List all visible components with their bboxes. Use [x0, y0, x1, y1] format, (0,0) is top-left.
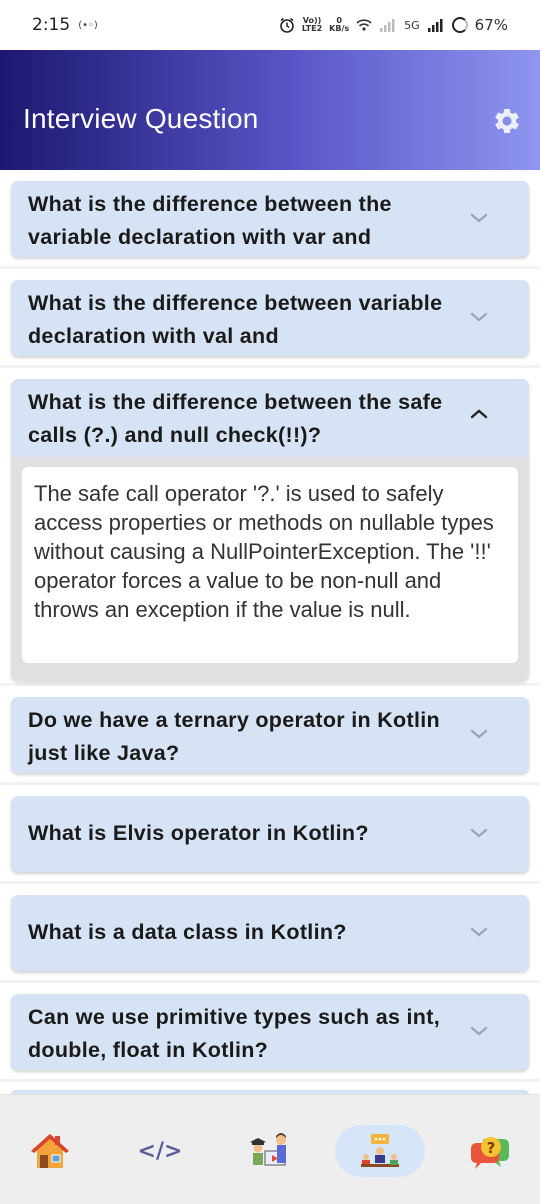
question-card[interactable]: What is the difference between the varia…: [11, 181, 529, 257]
question-card[interactable]: What is Elvis operator in Kotlin?: [11, 796, 529, 872]
app-header: Interview Question: [0, 50, 540, 170]
answer-text: The safe call operator '?.' is used to s…: [22, 467, 518, 663]
battery-icon: [451, 17, 468, 33]
question-card[interactable]: Can we use primitive types such as int, …: [11, 994, 529, 1070]
question-text: What is a data class in Kotlin?: [28, 920, 347, 944]
question-card[interactable]: What is a data class in Kotlin?: [11, 895, 529, 971]
wifi-icon: [356, 19, 372, 31]
chevron-down-icon[interactable]: [469, 1024, 489, 1038]
chevron-down-icon[interactable]: [469, 925, 489, 939]
interview-icon: [361, 1134, 399, 1167]
hotspot-icon: (•◦): [78, 19, 98, 31]
help-glyph: ?: [487, 1139, 496, 1157]
signal-strong-icon: [427, 19, 443, 32]
teacher-icon: [250, 1133, 286, 1166]
list-item: Can we use primitive types such as int, …: [0, 983, 540, 1079]
status-bar: 2:15 (•◦) Vo)) LTE2 0 KB/s 5G 67%: [0, 0, 540, 50]
chevron-up-icon[interactable]: [469, 407, 489, 421]
question-text: Do we have a ternary operator in Kotlin …: [28, 708, 440, 765]
page-title: Interview Question: [23, 103, 259, 134]
gear-icon[interactable]: [492, 106, 522, 136]
question-card[interactable]: What is the difference between variable …: [11, 280, 529, 356]
status-icons: Vo)) LTE2 0 KB/s 5G 67%: [279, 16, 508, 34]
network-type: 5G: [404, 18, 420, 32]
question-text: Can we use primitive types such as int, …: [28, 1005, 440, 1062]
question-text: What is the difference between variable …: [28, 291, 443, 348]
home-icon: [31, 1134, 69, 1168]
question-card[interactable]: Do we have a ternary operator in Kotlin …: [11, 697, 529, 773]
list-item: Do we have a ternary operator in Kotlin …: [0, 686, 540, 782]
volte-indicator: Vo)) LTE2: [301, 16, 323, 33]
network-speed: 0 KB/s: [329, 16, 350, 33]
list-item: What is the difference between variable …: [0, 269, 540, 365]
question-text: What is the difference between the safe …: [28, 390, 443, 447]
list-item-partial: [0, 1082, 540, 1100]
question-text: What is Elvis operator in Kotlin?: [28, 821, 369, 845]
code-icon: </>: [137, 1138, 183, 1164]
bottom-navigation: </> ?: [0, 1094, 540, 1204]
nav-teacher[interactable]: [225, 1125, 315, 1177]
status-time: 2:15: [32, 15, 71, 35]
chevron-down-icon[interactable]: [469, 310, 489, 324]
question-header[interactable]: What is the difference between the safe …: [11, 379, 529, 457]
list-item: What is Elvis operator in Kotlin?: [0, 785, 540, 881]
list-item: What is the difference between the varia…: [0, 170, 540, 266]
chevron-down-icon[interactable]: [469, 826, 489, 840]
nav-interview[interactable]: [335, 1125, 425, 1177]
list-item: What is a data class in Kotlin?: [0, 884, 540, 980]
help-chat-icon: ?: [471, 1137, 509, 1169]
alarm-icon: [280, 17, 294, 33]
nav-code[interactable]: </>: [115, 1125, 205, 1177]
question-text: What is the difference between the varia…: [28, 192, 392, 249]
signal-weak-icon: [380, 19, 395, 32]
nav-home[interactable]: [5, 1125, 95, 1177]
expanded-question-card: What is the difference between the safe …: [11, 379, 529, 681]
nav-help[interactable]: ?: [445, 1125, 535, 1177]
battery-level: 67%: [474, 16, 508, 34]
chevron-down-icon[interactable]: [469, 211, 489, 225]
chevron-down-icon[interactable]: [469, 727, 489, 741]
list-item-expanded: What is the difference between the safe …: [0, 368, 540, 683]
